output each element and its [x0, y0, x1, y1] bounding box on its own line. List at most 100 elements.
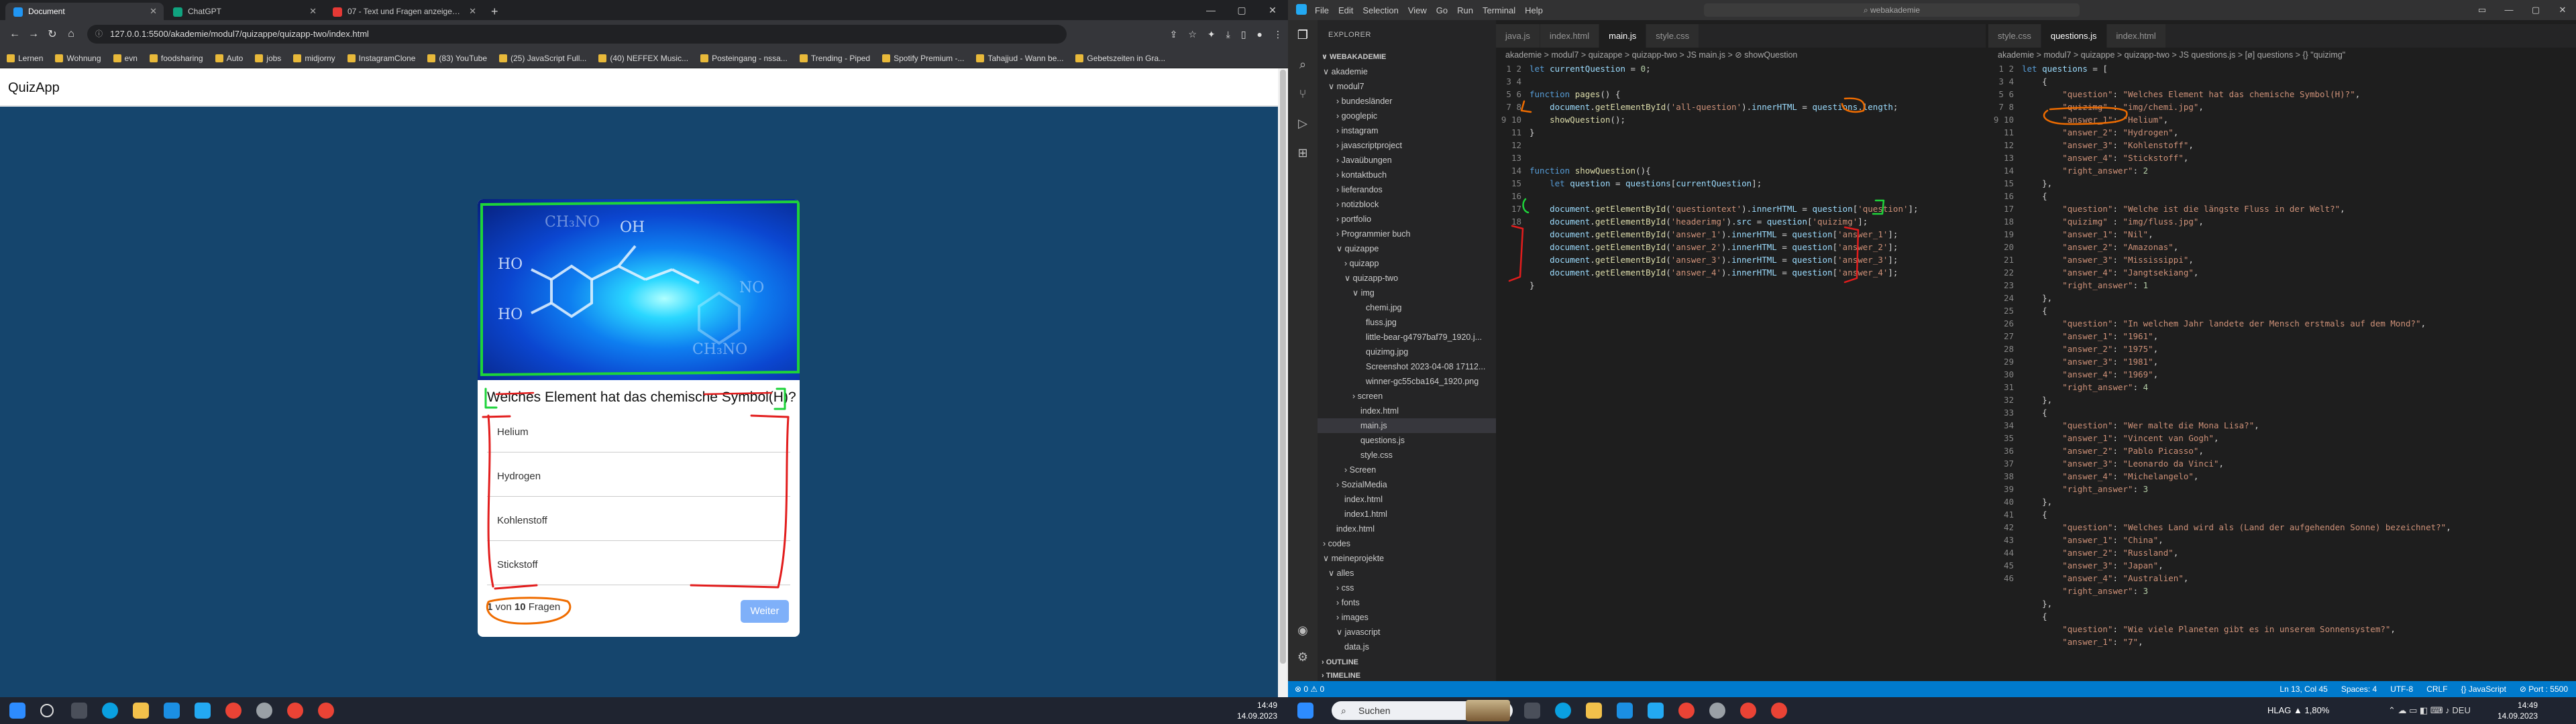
bookmark-item[interactable]: Trending - Piped — [799, 54, 870, 63]
close-tab-icon[interactable]: ✕ — [150, 3, 157, 20]
outline-section[interactable]: › OUTLINE — [1322, 658, 1358, 666]
sidepanel-icon[interactable]: ▯ — [1241, 29, 1246, 40]
edge-icon[interactable] — [102, 703, 118, 719]
answer-option[interactable]: Kohlenstoff — [487, 501, 790, 541]
answer-option[interactable]: Stickstoff — [487, 545, 790, 585]
indentation[interactable]: Spaces: 4 — [2341, 681, 2377, 697]
file-tree-item[interactable]: index.html — [1318, 492, 1496, 507]
answer-option[interactable]: Hydrogen — [487, 457, 790, 497]
page-scrollbar-thumb[interactable] — [1280, 70, 1286, 664]
file-tree-item[interactable]: › Programmier buch — [1318, 227, 1496, 241]
menu-edit[interactable]: Edit — [1338, 5, 1353, 15]
app-icon[interactable] — [1709, 703, 1725, 719]
menu-file[interactable]: File — [1315, 5, 1329, 15]
bookmark-item[interactable]: Lernen — [7, 54, 43, 63]
menu-help[interactable]: Help — [1525, 5, 1543, 15]
file-tree-item[interactable]: questions.js — [1318, 433, 1496, 448]
file-tree-item[interactable]: › codes — [1318, 536, 1496, 551]
chrome-icon[interactable] — [318, 703, 334, 719]
code-questions-js[interactable]: let questions = [ { "question": "Welches… — [2022, 62, 2451, 648]
answer-option[interactable]: Helium — [487, 412, 790, 452]
clock[interactable]: 14:49 14.09.2023 — [1237, 700, 1277, 721]
live-server-port[interactable]: ⊘ Port : 5500 — [2520, 681, 2568, 697]
source-control-icon[interactable]: ⑂ — [1296, 87, 1309, 101]
file-tree-item[interactable]: data.js — [1318, 640, 1496, 654]
search-icon[interactable]: ⌕ — [1296, 58, 1309, 71]
file-tree-item[interactable]: › Screen — [1318, 463, 1496, 477]
bookmark-item[interactable]: (25) JavaScript Full... — [499, 54, 586, 63]
file-explorer-icon[interactable] — [133, 703, 149, 719]
new-tab-button[interactable]: + — [484, 3, 505, 20]
file-tree-item[interactable]: index.html — [1318, 522, 1496, 536]
file-tree-item[interactable]: › kontaktbuch — [1318, 168, 1496, 182]
file-tree-item[interactable]: › fonts — [1318, 595, 1496, 610]
bookmark-item[interactable]: (83) YouTube — [427, 54, 487, 63]
menu-terminal[interactable]: Terminal — [1483, 5, 1515, 15]
menu-run[interactable]: Run — [1457, 5, 1473, 15]
maximize-icon[interactable]: ▢ — [1226, 0, 1257, 20]
chrome-icon[interactable] — [1740, 703, 1756, 719]
tab-main-js[interactable]: main.js — [1599, 24, 1647, 48]
file-tree-item[interactable]: › bundesländer — [1318, 94, 1496, 109]
language-mode[interactable]: {} JavaScript — [2461, 681, 2506, 697]
run-debug-icon[interactable]: ▷ — [1296, 117, 1309, 130]
command-center[interactable]: ⌕ webakademie — [1704, 3, 2080, 17]
bookmark-item[interactable]: Gebetszeiten in Gra... — [1075, 54, 1165, 63]
bookmark-item[interactable]: Posteingang - nssa... — [700, 54, 788, 63]
edge-icon[interactable] — [1555, 703, 1571, 719]
file-tree-item[interactable]: ∨ img — [1318, 286, 1496, 300]
file-tree-item[interactable]: › lieferandos — [1318, 182, 1496, 197]
bookmark-item[interactable]: InstagramClone — [347, 54, 415, 63]
task-view-icon[interactable] — [71, 703, 87, 719]
file-tree-item[interactable]: › googlepic — [1318, 109, 1496, 123]
windows-start-icon[interactable] — [9, 703, 25, 719]
breadcrumb-right[interactable]: akademie > modul7 > quizappe > quizapp-t… — [1988, 48, 2345, 62]
tab-java-js[interactable]: java.js — [1496, 24, 1540, 48]
close-window-icon[interactable]: ✕ — [1257, 0, 1288, 20]
chrome-icon[interactable] — [1678, 703, 1695, 719]
browser-tab-chatgpt[interactable]: ChatGPT ✕ — [165, 3, 323, 20]
code-main-js[interactable]: let currentQuestion = 0; function pages(… — [1529, 62, 1919, 292]
file-tree-item[interactable]: ∨ meineprojekte — [1318, 551, 1496, 566]
mail-icon[interactable] — [1617, 703, 1633, 719]
browser-tab-youtube[interactable]: 07 - Text und Fragen anzeigen | D ✕ — [325, 3, 483, 20]
file-tree-item[interactable]: index1.html — [1318, 507, 1496, 522]
chrome-icon[interactable] — [1771, 703, 1787, 719]
file-tree-item[interactable]: › quizapp — [1318, 256, 1496, 271]
file-tree-item[interactable]: › portfolio — [1318, 212, 1496, 227]
windows-start-icon[interactable] — [1297, 703, 1313, 719]
file-tree-item[interactable]: ∨ alles — [1318, 566, 1496, 581]
close-tab-icon[interactable]: ✕ — [309, 3, 317, 20]
app-brand[interactable]: QuizApp — [8, 80, 60, 96]
info-icon[interactable]: ⓘ — [95, 25, 103, 44]
tab-index-html[interactable]: index.html — [2106, 24, 2166, 48]
file-tree-item[interactable]: ∨ javascript — [1318, 625, 1496, 640]
file-tree-item[interactable]: index.html — [1318, 404, 1496, 418]
bookmark-item[interactable]: foodsharing — [149, 54, 203, 63]
tray-icons[interactable]: ⌃ ☁ ▭ ◧ ⌨ ♪ DEU — [2388, 705, 2471, 716]
file-tree-item[interactable]: › instagram — [1318, 123, 1496, 138]
bookmark-item[interactable]: Auto — [215, 54, 243, 63]
close-tab-icon[interactable]: ✕ — [469, 3, 476, 20]
browser-tab-document[interactable]: Document ✕ — [5, 3, 164, 20]
tab-style-css[interactable]: style.css — [1988, 24, 2041, 48]
task-view-icon[interactable] — [1524, 703, 1540, 719]
problems-indicator[interactable]: ⊗ 0 ⚠ 0 — [1295, 681, 1324, 697]
bookmark-item[interactable]: Wohnung — [55, 54, 101, 63]
tab-style-css[interactable]: style.css — [1646, 24, 1700, 48]
close-window-icon[interactable]: ✕ — [2549, 0, 2576, 20]
file-tree-item[interactable]: › notizblock — [1318, 197, 1496, 212]
menu-view[interactable]: View — [1408, 5, 1427, 15]
file-tree-item[interactable]: fluss.jpg — [1318, 315, 1496, 330]
chrome-icon[interactable] — [225, 703, 241, 719]
line-ending[interactable]: CRLF — [2426, 681, 2447, 697]
file-tree-item[interactable]: winner-gc55cba164_1920.png — [1318, 374, 1496, 389]
download-icon[interactable]: ⤓ — [1226, 29, 1230, 40]
file-tree-item[interactable]: ∨ modul7 — [1318, 79, 1496, 94]
back-icon[interactable]: ← — [5, 28, 24, 40]
account-icon[interactable]: ◉ — [1296, 623, 1309, 637]
timeline-section[interactable]: › TIMELINE — [1322, 672, 1360, 680]
layout-icon[interactable]: ▭ — [2469, 0, 2496, 20]
vscode-icon[interactable] — [195, 703, 211, 719]
explorer-icon[interactable]: ❐ — [1296, 28, 1309, 42]
